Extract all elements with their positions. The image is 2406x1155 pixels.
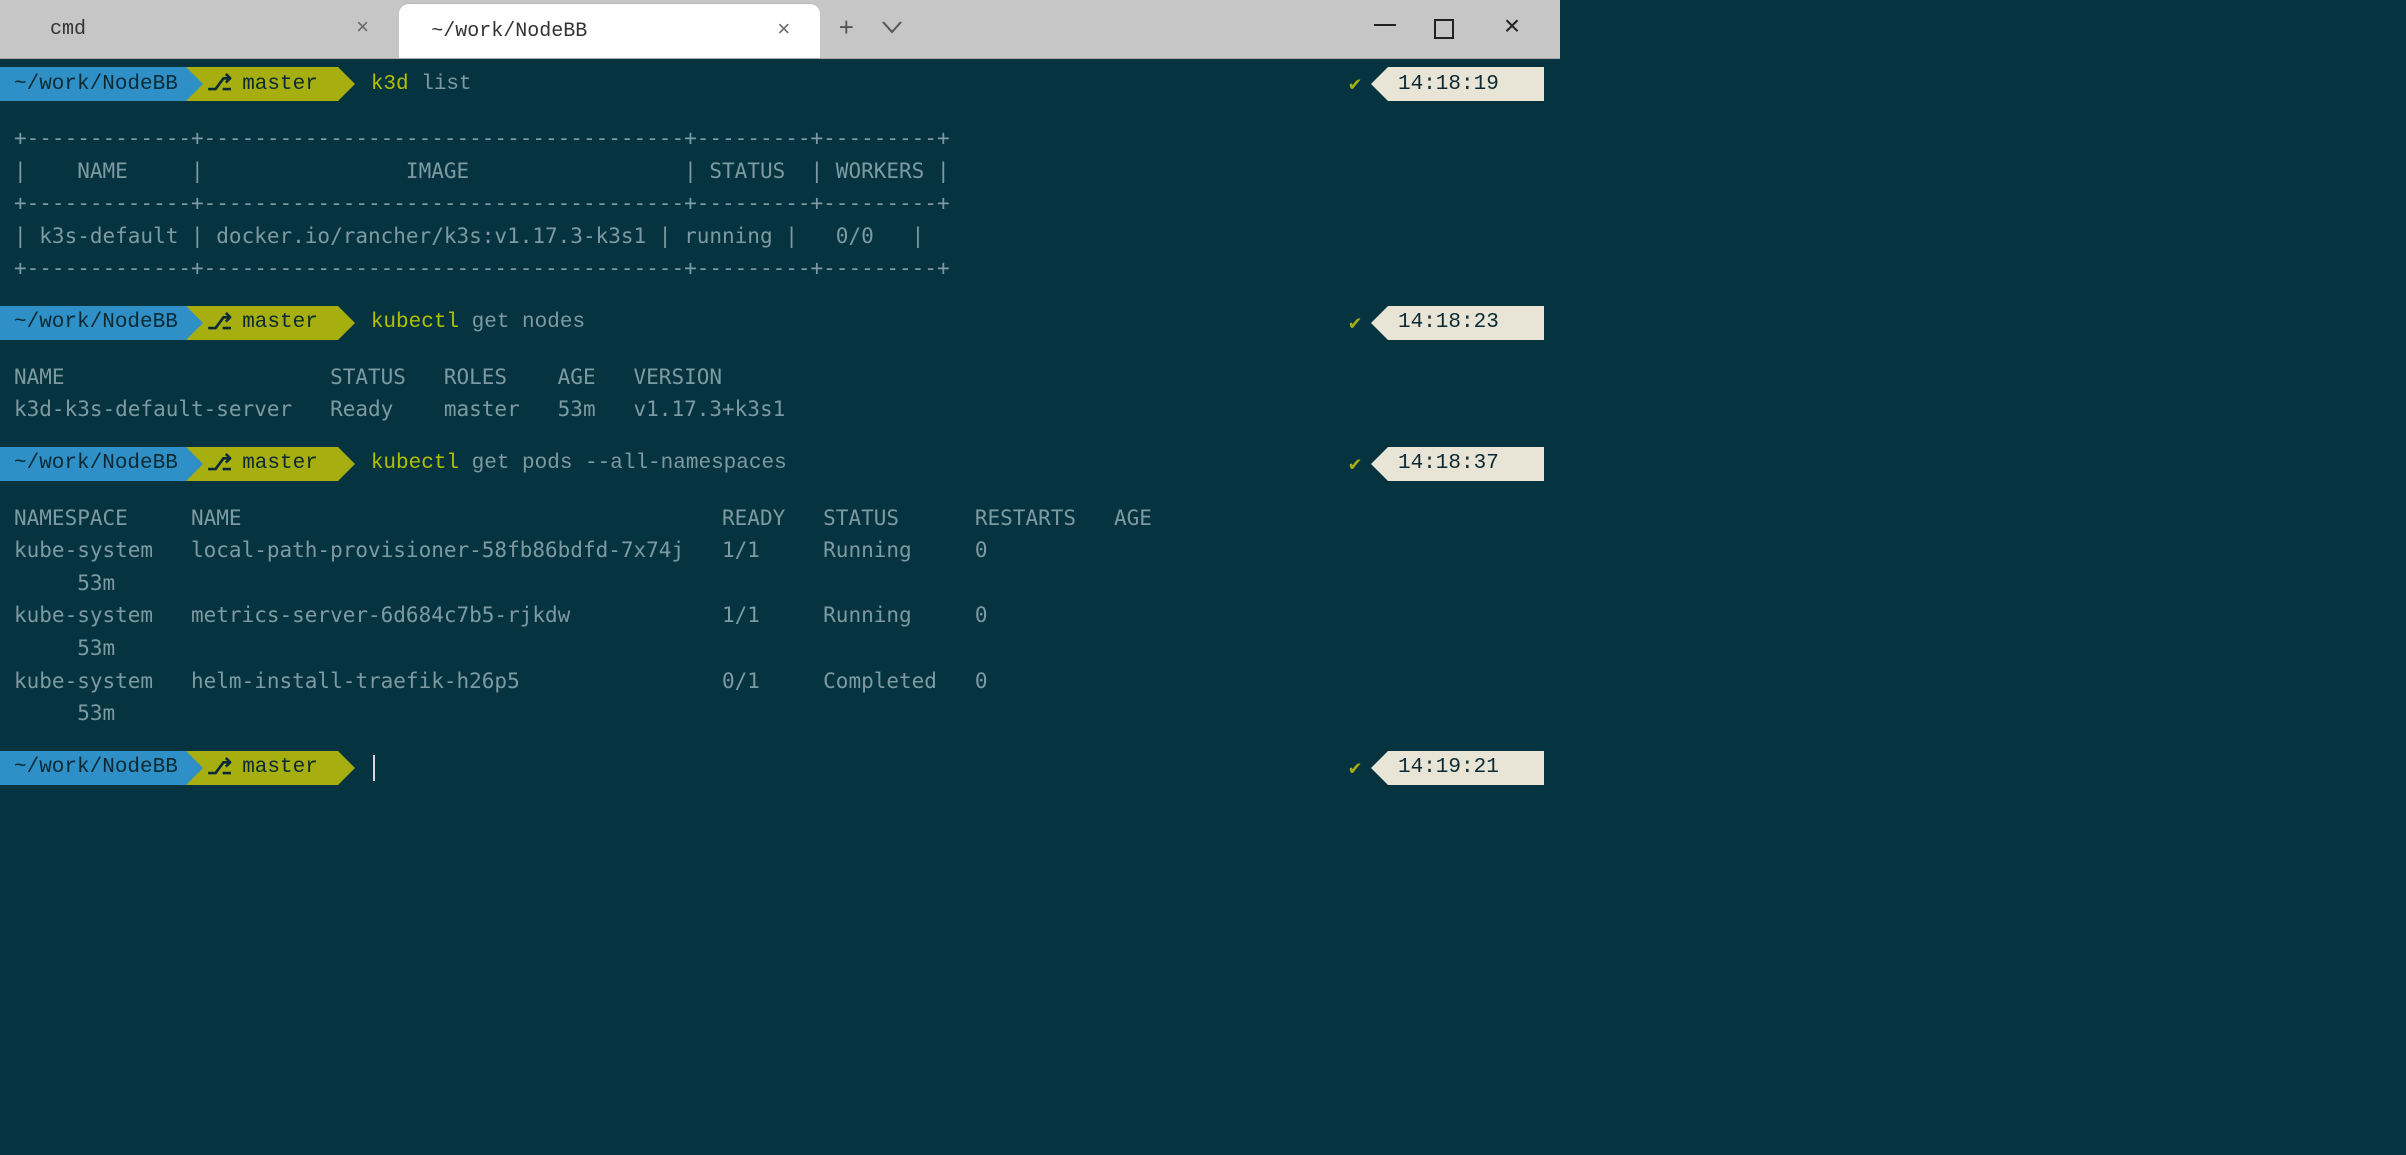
command-input[interactable]: kubectl get pods --all-namespaces — [355, 447, 1339, 481]
path-text: ~/work/NodeBB — [14, 73, 178, 96]
powerline-arrow-icon — [1371, 447, 1388, 481]
time-text: 14:18:19 — [1398, 73, 1499, 96]
powerline-arrow-icon — [186, 447, 203, 481]
powerline-arrow-icon — [186, 751, 203, 785]
timestamp: 14:18:23 — [1388, 306, 1544, 340]
window-controls: × — [1374, 0, 1560, 58]
time-text: 14:19:21 — [1398, 756, 1499, 779]
powerline-arrow-icon — [186, 67, 203, 101]
branch-text: master — [242, 452, 318, 475]
prompt-branch: ⎇ master — [203, 67, 338, 101]
timestamp: 14:18:37 — [1388, 447, 1544, 481]
cursor-icon — [373, 755, 375, 781]
prompt-path: ~/work/NodeBB — [0, 447, 186, 481]
command-binary: kubectl — [371, 452, 459, 475]
prompt-branch: ⎇ master — [203, 751, 338, 785]
powerline-arrow-icon — [338, 306, 355, 340]
check-icon: ✔ — [1339, 751, 1371, 785]
prompt-path: ~/work/NodeBB — [0, 306, 186, 340]
prompt-row: ~/work/NodeBB ⎇ master ✔ 14:19:21 — [0, 751, 1560, 785]
prompt-path: ~/work/NodeBB — [0, 751, 186, 785]
new-tab-icon[interactable]: + — [838, 14, 854, 44]
path-text: ~/work/NodeBB — [14, 756, 178, 779]
git-branch-icon: ⎇ — [207, 71, 232, 97]
tab-cmd[interactable]: cmd × — [18, 0, 399, 58]
powerline-arrow-icon — [1371, 67, 1388, 101]
status-cluster: ✔ 14:18:23 — [1339, 306, 1560, 340]
time-text: 14:18:23 — [1398, 311, 1499, 334]
powerline-arrow-icon — [338, 67, 355, 101]
minimize-icon[interactable] — [1374, 24, 1396, 26]
branch-text: master — [242, 311, 318, 334]
powerline-arrow-icon — [1371, 751, 1388, 785]
branch-text: master — [242, 756, 318, 779]
tab-tools: + — [820, 0, 902, 58]
command-input[interactable] — [355, 751, 1339, 785]
maximize-icon[interactable] — [1434, 19, 1454, 39]
command-args: get pods --all-namespaces — [459, 452, 787, 475]
prompt-path: ~/work/NodeBB — [0, 67, 186, 101]
command-args: list — [409, 73, 472, 96]
tab-nodebb[interactable]: ~/work/NodeBB × — [399, 4, 820, 58]
command-output: +-------------+-------------------------… — [0, 122, 1560, 285]
close-window-icon[interactable]: × — [1492, 15, 1532, 43]
status-cluster: ✔ 14:18:19 — [1339, 67, 1560, 101]
command-args: get nodes — [459, 311, 585, 334]
prompt-row: ~/work/NodeBB ⎇ master k3d list ✔ 14:18:… — [0, 67, 1560, 101]
timestamp: 14:18:19 — [1388, 67, 1544, 101]
check-icon: ✔ — [1339, 306, 1371, 340]
close-icon[interactable]: × — [773, 20, 794, 42]
command-input[interactable]: kubectl get nodes — [355, 306, 1339, 340]
tab-label: ~/work/NodeBB — [431, 20, 587, 43]
command-input[interactable]: k3d list — [355, 67, 1339, 101]
tab-label: cmd — [50, 18, 86, 41]
powerline-arrow-icon — [338, 751, 355, 785]
tab-bar: cmd × ~/work/NodeBB × + × — [0, 0, 1560, 59]
command-output: NAME STATUS ROLES AGE VERSION k3d-k3s-de… — [0, 361, 1560, 426]
prompt-row: ~/work/NodeBB ⎇ master kubectl get pods … — [0, 447, 1560, 481]
command-binary: k3d — [371, 73, 409, 96]
powerline-arrow-icon — [338, 447, 355, 481]
path-text: ~/work/NodeBB — [14, 311, 178, 334]
powerline-arrow-icon — [186, 306, 203, 340]
status-cluster: ✔ 14:19:21 — [1339, 751, 1560, 785]
powerline-arrow-icon — [1371, 306, 1388, 340]
prompt-row: ~/work/NodeBB ⎇ master kubectl get nodes… — [0, 306, 1560, 340]
chevron-down-icon[interactable] — [882, 16, 902, 43]
git-branch-icon: ⎇ — [207, 310, 232, 336]
git-branch-icon: ⎇ — [207, 451, 232, 477]
terminal[interactable]: ~/work/NodeBB ⎇ master k3d list ✔ 14:18:… — [0, 59, 1560, 815]
close-icon[interactable]: × — [352, 18, 373, 40]
timestamp: 14:19:21 — [1388, 751, 1544, 785]
prompt-branch: ⎇ master — [203, 306, 338, 340]
check-icon: ✔ — [1339, 67, 1371, 101]
path-text: ~/work/NodeBB — [14, 452, 178, 475]
time-text: 14:18:37 — [1398, 452, 1499, 475]
git-branch-icon: ⎇ — [207, 755, 232, 781]
branch-text: master — [242, 73, 318, 96]
check-icon: ✔ — [1339, 447, 1371, 481]
status-cluster: ✔ 14:18:37 — [1339, 447, 1560, 481]
command-output: NAMESPACE NAME READY STATUS RESTARTS AGE… — [0, 502, 1560, 730]
command-binary: kubectl — [371, 311, 459, 334]
prompt-branch: ⎇ master — [203, 447, 338, 481]
